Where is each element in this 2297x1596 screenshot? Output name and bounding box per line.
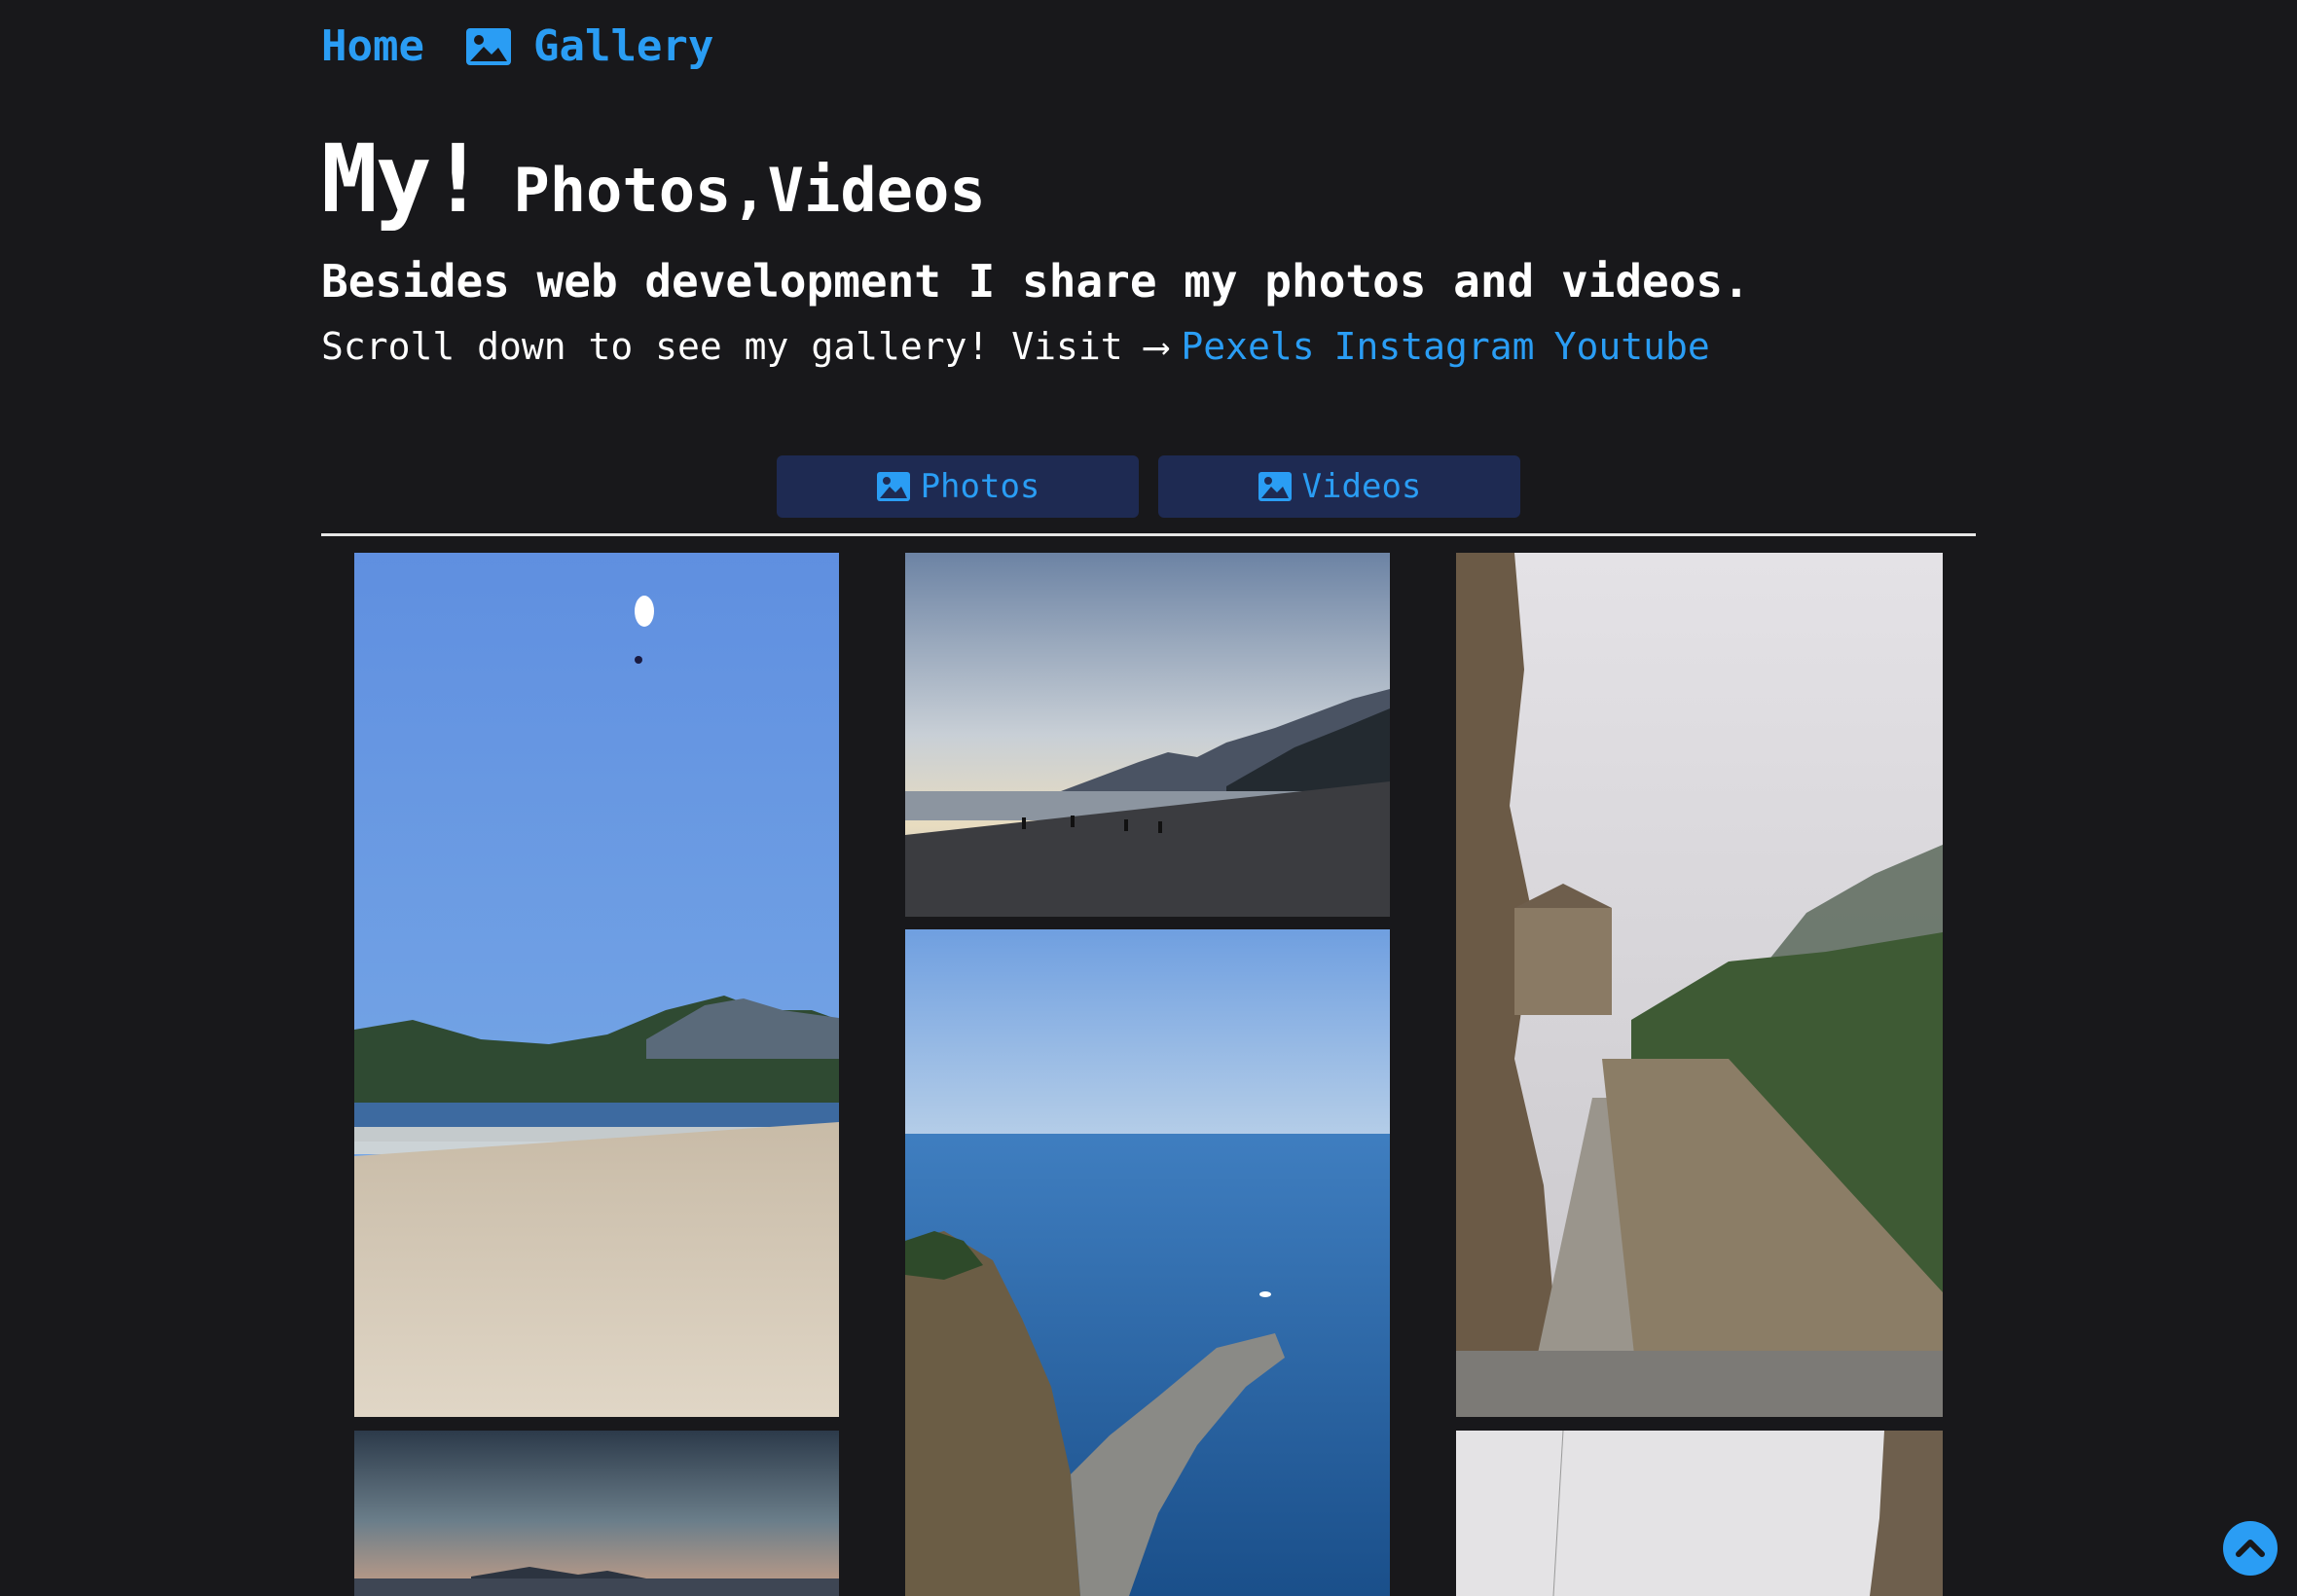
page-title: My! Photos,Videos [321, 125, 986, 234]
scroll-top-button[interactable] [2223, 1521, 2278, 1576]
photo-mountain-stairs[interactable] [1456, 553, 1943, 1417]
tab-photos-label: Photos [920, 467, 1040, 506]
pexels-link[interactable]: Pexels [1181, 325, 1314, 368]
instagram-link[interactable]: Instagram [1334, 325, 1535, 368]
photo-coast-sunset[interactable] [905, 553, 1390, 917]
photo-foggy-cliff[interactable] [1456, 1431, 1943, 1596]
image-icon [1258, 471, 1293, 502]
chevron-up-icon [2231, 1529, 2270, 1568]
gallery-link[interactable]: Gallery [465, 21, 713, 71]
tab-videos[interactable]: Videos [1158, 455, 1520, 518]
page-title-big: My! [321, 125, 486, 234]
photo-beach-paraglider[interactable] [354, 553, 839, 1417]
intro-text: Scroll down to see my gallery! Visit ⟶ [321, 325, 1168, 368]
image-icon [465, 27, 512, 66]
home-link[interactable]: Home [321, 21, 424, 71]
image-icon [876, 471, 911, 502]
divider [321, 533, 1976, 536]
page-subtitle: Besides web development I share my photo… [321, 255, 1750, 308]
gallery-tabs: Photos Videos [777, 455, 1520, 518]
top-nav: Home Gallery [321, 21, 713, 71]
page-title-small: Photos,Videos [513, 155, 986, 226]
home-link-label: Home [321, 21, 424, 71]
intro-line: Scroll down to see my gallery! Visit ⟶ Pe… [321, 325, 1710, 368]
tab-videos-label: Videos [1301, 467, 1422, 506]
photo-ocean-cliff[interactable] [905, 929, 1390, 1596]
youtube-link[interactable]: Youtube [1554, 325, 1710, 368]
photo-dusk-sea[interactable] [354, 1431, 839, 1596]
tab-photos[interactable]: Photos [777, 455, 1139, 518]
gallery-link-label: Gallery [532, 21, 714, 71]
